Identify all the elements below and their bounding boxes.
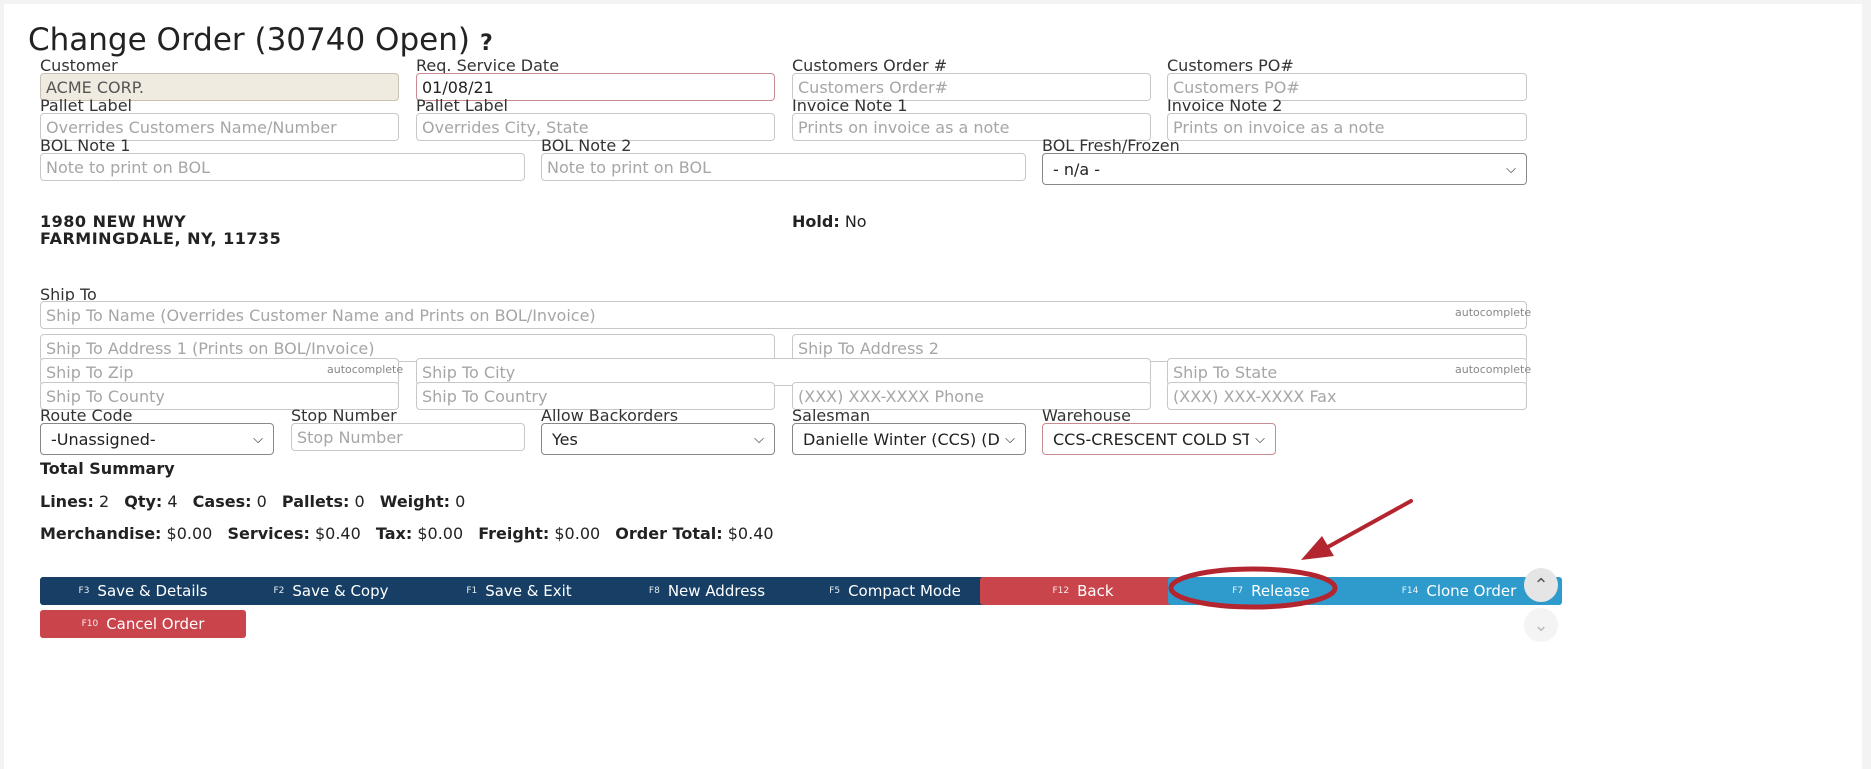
annotation-arrowhead <box>1301 536 1334 560</box>
annotation-circle <box>1168 566 1338 610</box>
order-page: Change Order (30740 Open)? Customer Req.… <box>4 4 1862 769</box>
annotation-arrow <box>1324 499 1413 550</box>
annotation-overlay <box>1168 499 1413 610</box>
